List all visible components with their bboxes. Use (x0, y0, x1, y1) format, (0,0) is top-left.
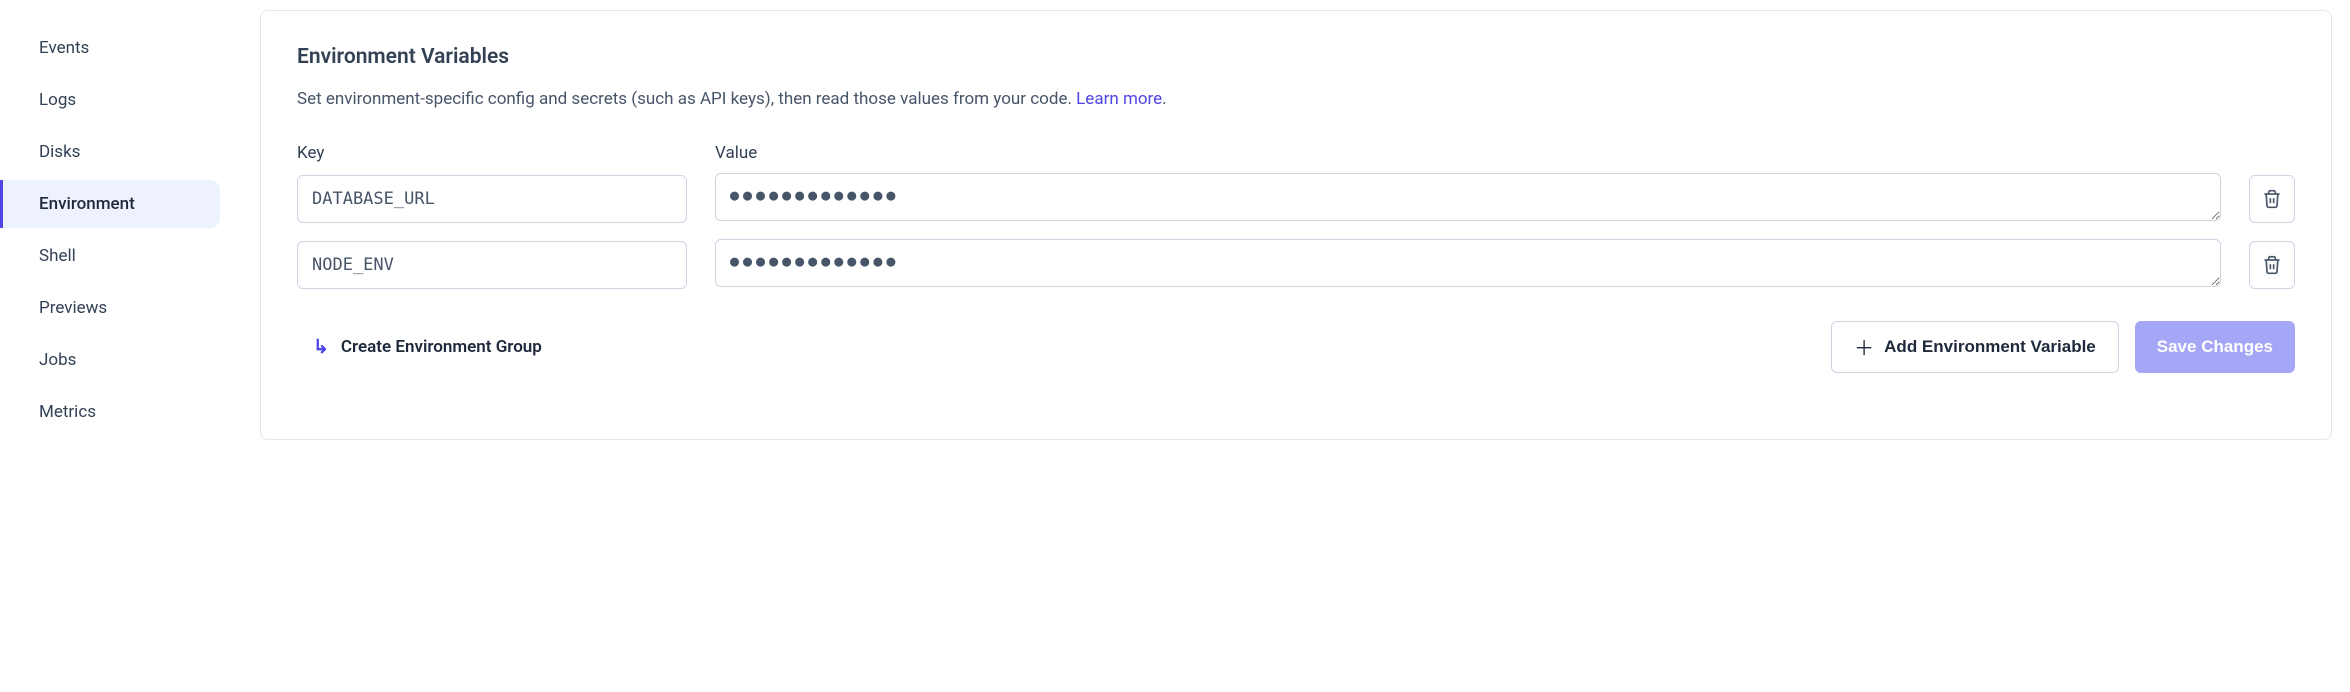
env-header-row: Key Value (297, 143, 2295, 163)
sidebar-item-label: Disks (39, 142, 80, 162)
main-panel: Environment Variables Set environment-sp… (260, 10, 2332, 440)
env-value-input[interactable]: ●●●●●●●●●●●●● (715, 173, 2221, 221)
env-var-row: ●●●●●●●●●●●●● (297, 173, 2295, 225)
env-var-row: ●●●●●●●●●●●●● (297, 239, 2295, 291)
sidebar-item-label: Metrics (39, 402, 96, 422)
sidebar-item-label: Previews (39, 298, 107, 318)
create-environment-group-button[interactable]: ↳ Create Environment Group (297, 335, 542, 358)
env-key-input[interactable] (297, 241, 687, 289)
sidebar-item-disks[interactable]: Disks (0, 128, 220, 176)
section-title: Environment Variables (297, 45, 2295, 69)
env-value-input[interactable]: ●●●●●●●●●●●●● (715, 239, 2221, 287)
sidebar-item-label: Logs (39, 90, 76, 110)
footer-row: ↳ Create Environment Group ＋ Add Environ… (297, 321, 2295, 373)
create-group-label: Create Environment Group (341, 337, 542, 357)
sidebar-item-events[interactable]: Events (0, 24, 220, 72)
footer-actions: ＋ Add Environment Variable Save Changes (1831, 321, 2295, 373)
sidebar: Events Logs Disks Environment Shell Prev… (0, 10, 220, 440)
arrow-return-icon: ↳ (313, 335, 329, 358)
delete-env-var-button[interactable] (2249, 175, 2295, 223)
sidebar-item-previews[interactable]: Previews (0, 284, 220, 332)
sidebar-item-label: Environment (39, 194, 135, 214)
key-column-header: Key (297, 143, 687, 163)
env-key-input[interactable] (297, 175, 687, 223)
sidebar-item-metrics[interactable]: Metrics (0, 388, 220, 436)
value-column-header: Value (715, 143, 2295, 163)
sidebar-item-label: Events (39, 38, 89, 58)
save-label: Save Changes (2157, 337, 2273, 357)
sidebar-item-jobs[interactable]: Jobs (0, 336, 220, 384)
description-text: Set environment-specific config and secr… (297, 89, 1076, 109)
add-var-label: Add Environment Variable (1884, 337, 2096, 357)
sidebar-item-label: Shell (39, 246, 76, 266)
plus-icon: ＋ (1854, 332, 1874, 361)
sidebar-item-logs[interactable]: Logs (0, 76, 220, 124)
trash-icon (2262, 189, 2282, 209)
delete-env-var-button[interactable] (2249, 241, 2295, 289)
section-description: Set environment-specific config and secr… (297, 87, 2295, 113)
save-changes-button[interactable]: Save Changes (2135, 321, 2295, 373)
sidebar-item-environment[interactable]: Environment (0, 180, 220, 228)
sidebar-item-label: Jobs (39, 350, 76, 370)
description-post: . (1162, 89, 1166, 109)
add-environment-variable-button[interactable]: ＋ Add Environment Variable (1831, 321, 2119, 373)
sidebar-item-shell[interactable]: Shell (0, 232, 220, 280)
learn-more-link[interactable]: Learn more (1076, 89, 1162, 109)
trash-icon (2262, 255, 2282, 275)
